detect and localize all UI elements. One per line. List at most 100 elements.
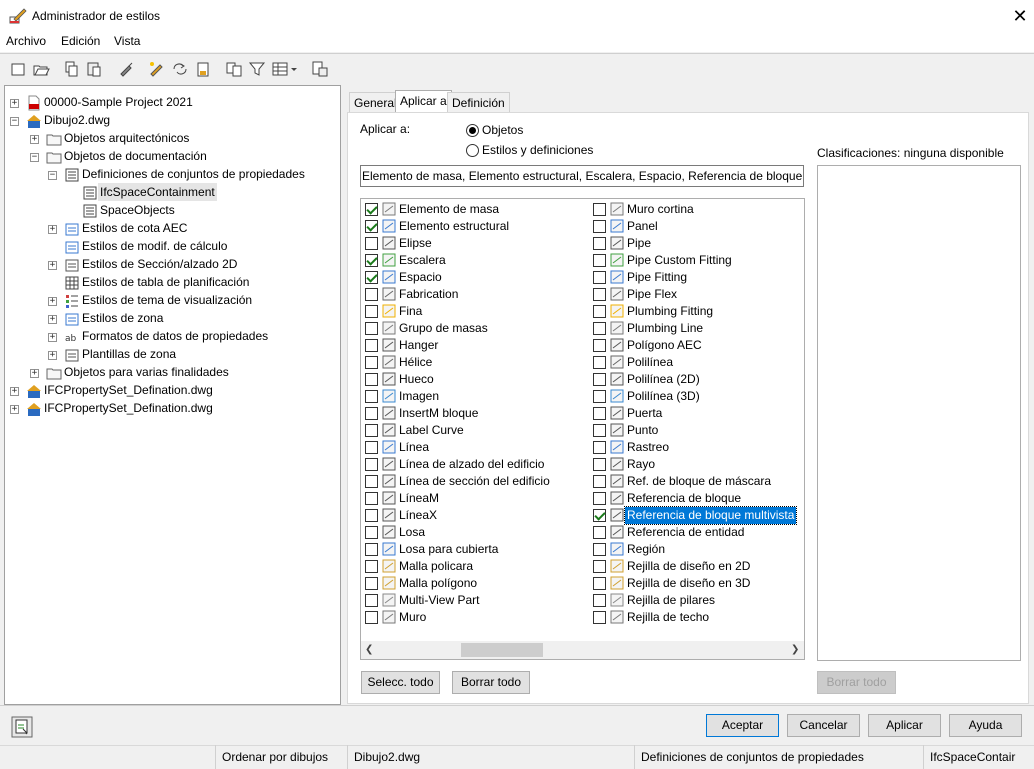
tree-node[interactable]: Estilos de modif. de cálculo <box>82 237 227 255</box>
right-list-item-label[interactable]: Punto <box>627 422 658 439</box>
right-list-item-label[interactable]: Referencia de bloque multivista <box>623 506 798 525</box>
cancel-button[interactable]: Cancelar <box>787 714 860 737</box>
right-list-item-label[interactable]: Panel <box>627 218 658 235</box>
checkbox[interactable] <box>593 407 606 420</box>
right-list-item-label[interactable]: Rejilla de techo <box>627 609 709 626</box>
checkbox[interactable] <box>365 322 378 335</box>
left-list-item-label[interactable]: Escalera <box>399 252 446 269</box>
horizontal-scrollbar[interactable]: ❮ ❯ <box>361 641 804 659</box>
left-list-item-label[interactable]: Elemento de masa <box>399 201 499 218</box>
help-button[interactable]: Ayuda <box>949 714 1022 737</box>
left-list-item-label[interactable]: Losa <box>399 524 425 541</box>
checkbox[interactable] <box>593 373 606 386</box>
scroll-thumb[interactable] <box>461 643 543 657</box>
checkbox[interactable] <box>365 577 378 590</box>
tree-expander[interactable]: − <box>30 153 39 162</box>
right-list-item-label[interactable]: Rejilla de pilares <box>627 592 715 609</box>
scroll-right-icon[interactable]: ❯ <box>791 644 799 655</box>
left-list-item-label[interactable]: Multi-View Part <box>399 592 479 609</box>
drawing-mode-icon[interactable] <box>11 716 33 738</box>
checkbox[interactable] <box>593 271 606 284</box>
checkbox[interactable] <box>593 560 606 573</box>
tree-node[interactable]: Estilos de Sección/alzado 2D <box>82 255 237 273</box>
menu-archivo[interactable]: Archivo <box>6 34 46 48</box>
view-icon[interactable] <box>271 60 299 78</box>
checkbox[interactable] <box>365 237 378 250</box>
right-list-item-label[interactable]: Pipe <box>627 235 651 252</box>
radio-estilos-label[interactable]: Estilos y definiciones <box>482 143 593 157</box>
right-list-item-label[interactable]: Pipe Flex <box>627 286 677 303</box>
new-icon[interactable] <box>9 60 27 78</box>
radio-objetos[interactable] <box>466 124 479 137</box>
checkbox[interactable] <box>365 339 378 352</box>
right-list-item-label[interactable]: Referencia de entidad <box>627 524 744 541</box>
left-list-item-label[interactable]: Hélice <box>399 354 432 371</box>
left-list-item-label[interactable]: InsertM bloque <box>399 405 478 422</box>
checkbox[interactable] <box>593 288 606 301</box>
checkbox[interactable] <box>365 373 378 386</box>
checkbox[interactable] <box>365 441 378 454</box>
tree-expander[interactable]: + <box>10 99 19 108</box>
right-list-item-label[interactable]: Rejilla de diseño en 2D <box>627 558 750 575</box>
checkbox[interactable] <box>365 271 378 284</box>
tree-expander[interactable]: + <box>30 135 39 144</box>
checkbox[interactable] <box>365 305 378 318</box>
tree-expander[interactable]: + <box>48 333 57 342</box>
right-list-item-label[interactable]: Rastreo <box>627 439 669 456</box>
checkbox[interactable] <box>593 611 606 624</box>
left-list-item-label[interactable]: LíneaX <box>399 507 437 524</box>
tree-expander[interactable]: + <box>48 297 57 306</box>
left-list-item-label[interactable]: Label Curve <box>399 422 464 439</box>
left-list-item-label[interactable]: Grupo de masas <box>399 320 488 337</box>
checkbox[interactable] <box>365 203 378 216</box>
radio-estilos[interactable] <box>466 144 479 157</box>
compare-icon[interactable] <box>225 60 243 78</box>
checkbox[interactable] <box>593 305 606 318</box>
tree-expander[interactable]: + <box>10 405 19 414</box>
classifications-box[interactable] <box>817 165 1021 661</box>
tree-node[interactable]: 00000-Sample Project 2021 <box>44 93 193 111</box>
radio-objetos-label[interactable]: Objetos <box>482 123 523 137</box>
right-list-item-label[interactable]: Ref. de bloque de máscara <box>627 473 771 490</box>
right-list-item-label[interactable]: Polilínea <box>627 354 673 371</box>
left-list-item-label[interactable]: Losa para cubierta <box>399 541 498 558</box>
tree-node[interactable]: Objetos para varias finalidades <box>64 363 229 381</box>
checkbox[interactable] <box>593 356 606 369</box>
scroll-left-icon[interactable]: ❮ <box>365 644 373 655</box>
checkbox[interactable] <box>365 509 378 522</box>
tree-node[interactable]: Formatos de datos de propiedades <box>82 327 268 345</box>
class-clear-all-button[interactable]: Borrar todo <box>817 671 896 694</box>
tree-node[interactable]: Estilos de cota AEC <box>82 219 187 237</box>
tree-expander[interactable]: + <box>30 369 39 378</box>
tree-node[interactable]: Estilos de zona <box>82 309 163 327</box>
checkbox[interactable] <box>365 356 378 369</box>
right-list-item-label[interactable]: Región <box>627 541 665 558</box>
tree-expander[interactable]: + <box>48 225 57 234</box>
checkbox[interactable] <box>593 254 606 267</box>
right-list-item-label[interactable]: Plumbing Fitting <box>627 303 713 320</box>
tree-node[interactable]: Objetos arquitectónicos <box>64 129 189 147</box>
tree-node[interactable]: IfcSpaceContainment <box>98 183 217 201</box>
checkbox[interactable] <box>593 390 606 403</box>
tab-definicion[interactable]: Definición <box>447 92 510 112</box>
checkbox[interactable] <box>593 475 606 488</box>
right-list-item-label[interactable]: Polilínea (2D) <box>627 371 700 388</box>
checkbox[interactable] <box>365 611 378 624</box>
checkbox[interactable] <box>365 288 378 301</box>
checkbox[interactable] <box>365 254 378 267</box>
tree-node[interactable]: Estilos de tabla de planificación <box>82 273 249 291</box>
checkbox[interactable] <box>593 203 606 216</box>
right-list-item-label[interactable]: Muro cortina <box>627 201 694 218</box>
edit-icon[interactable] <box>148 60 166 78</box>
left-list-item-label[interactable]: Muro <box>399 609 426 626</box>
checkbox[interactable] <box>593 594 606 607</box>
tree-expander[interactable]: − <box>48 171 57 180</box>
left-list-item-label[interactable]: Espacio <box>399 269 442 286</box>
tree-node[interactable]: Estilos de tema de visualización <box>82 291 252 309</box>
checkbox[interactable] <box>365 220 378 233</box>
checkbox[interactable] <box>593 237 606 250</box>
left-list-item-label[interactable]: Imagen <box>399 388 439 405</box>
left-list-item-label[interactable]: LíneaM <box>399 490 439 507</box>
checkbox[interactable] <box>593 322 606 335</box>
copy-icon[interactable] <box>62 60 80 78</box>
